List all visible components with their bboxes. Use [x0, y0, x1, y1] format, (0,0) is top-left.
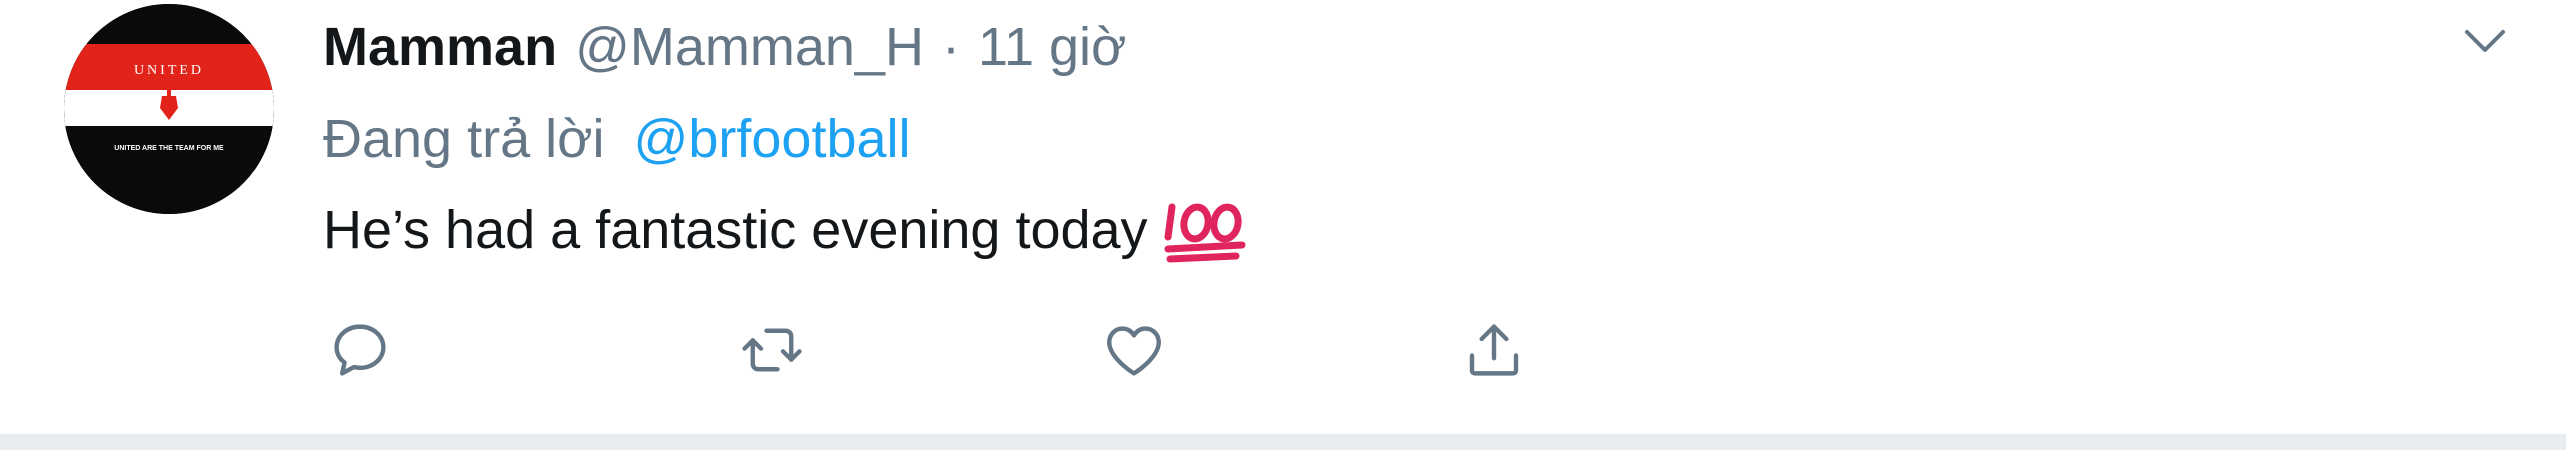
reply-button[interactable] [320, 310, 400, 390]
retweet-icon [742, 328, 802, 372]
hundred-points-emoji [1164, 195, 1248, 265]
share-button[interactable] [1454, 310, 1534, 390]
reply-mention-link[interactable]: @brfootball [634, 109, 911, 169]
avatar-top-text: UNITED [134, 63, 204, 78]
retweet-button[interactable] [732, 310, 812, 390]
share-icon [1469, 324, 1519, 376]
tweet-text: He’s had a fantastic evening today [323, 192, 1248, 268]
tweet-timestamp[interactable]: 11 giờ [978, 12, 1127, 82]
reply-icon [334, 324, 386, 376]
avatar-bottom-text: UNITED ARE THE TEAM FOR ME [114, 145, 224, 152]
heart-icon [1107, 326, 1161, 376]
display-name[interactable]: Mamman [323, 12, 557, 82]
replying-to-label: Đang trả lời [323, 109, 605, 169]
separator-dot: · [941, 17, 960, 77]
chevron-down-icon [2465, 30, 2505, 52]
avatar-image: UNITED UNITED ARE THE TEAM FOR ME [64, 4, 274, 214]
more-options-button[interactable] [2450, 6, 2520, 76]
tweet-actions [320, 310, 2320, 390]
replying-to: Đang trả lời @brfootball [323, 104, 911, 174]
user-handle[interactable]: @Mamman_H [575, 12, 924, 82]
tweet-divider [0, 434, 2566, 450]
tweet-card[interactable]: UNITED UNITED ARE THE TEAM FOR ME Mamman… [0, 0, 2566, 434]
hundred-points-icon [1164, 203, 1246, 263]
tweet-body: He’s had a fantastic evening today [323, 200, 1148, 260]
like-button[interactable] [1094, 310, 1174, 390]
tweet-header: Mamman @Mamman_H · 11 giờ [323, 12, 1126, 82]
avatar[interactable]: UNITED UNITED ARE THE TEAM FOR ME [64, 4, 274, 214]
